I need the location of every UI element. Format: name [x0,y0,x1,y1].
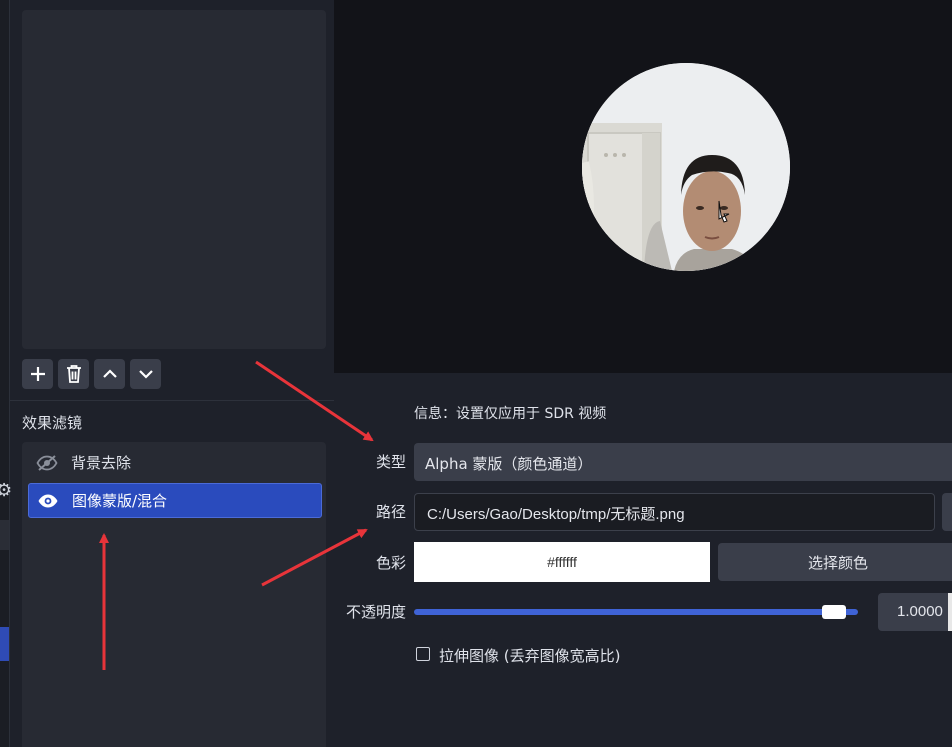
side-dock-edge: ⚙ [0,0,12,747]
path-label: 路径 [375,503,406,521]
opacity-spinbox[interactable]: 1.0000 [878,593,952,631]
dock-row [0,520,9,550]
gear-icon[interactable]: ⚙ [0,480,12,501]
image-path-input[interactable]: C:/Users/Gao/Desktop/tmp/无标题.png [414,493,935,531]
remove-source-button[interactable] [58,359,89,389]
spin-arrows[interactable] [948,593,952,631]
opacity-slider-track[interactable] [414,609,858,615]
browse-button[interactable] [942,493,952,531]
opacity-label: 不透明度 [345,603,406,621]
mask-type-select[interactable]: Alpha 蒙版（颜色通道） [414,443,952,481]
filter-item-label: 图像蒙版/混合 [72,492,168,510]
sdr-info-text: 信息：设置仅应用于 SDR 视频 [414,406,607,422]
type-label: 类型 [375,453,406,471]
eye-icon[interactable] [37,493,59,509]
masked-webcam-preview [582,63,790,271]
chevron-down-icon [138,370,153,379]
move-up-button[interactable] [94,359,125,389]
move-down-button[interactable] [130,359,161,389]
dock-selected-row[interactable] [0,627,9,661]
color-swatch[interactable]: #ffffff [414,542,710,582]
sources-list[interactable] [22,10,326,349]
filter-item-background-removal[interactable]: 背景去除 [28,445,322,480]
effects-filter-title: 效果滤镜 [22,414,83,432]
trash-icon [66,365,81,383]
color-label: 色彩 [375,554,406,572]
preview-canvas[interactable] [334,0,952,373]
select-color-button[interactable]: 选择颜色 [718,543,952,581]
divider [10,400,334,401]
add-source-button[interactable] [22,359,53,389]
opacity-slider-handle[interactable] [822,605,846,619]
filter-item-label: 背景去除 [71,454,132,472]
webcam-image [582,63,790,271]
filter-item-image-mask[interactable]: 图像蒙版/混合 [28,483,322,518]
eye-hidden-icon[interactable] [36,454,58,471]
plus-icon [30,367,45,381]
chevron-up-icon [102,369,117,378]
stretch-image-label: 拉伸图像 (丢弃图像宽高比) [439,647,621,665]
stretch-image-checkbox[interactable] [416,647,430,661]
